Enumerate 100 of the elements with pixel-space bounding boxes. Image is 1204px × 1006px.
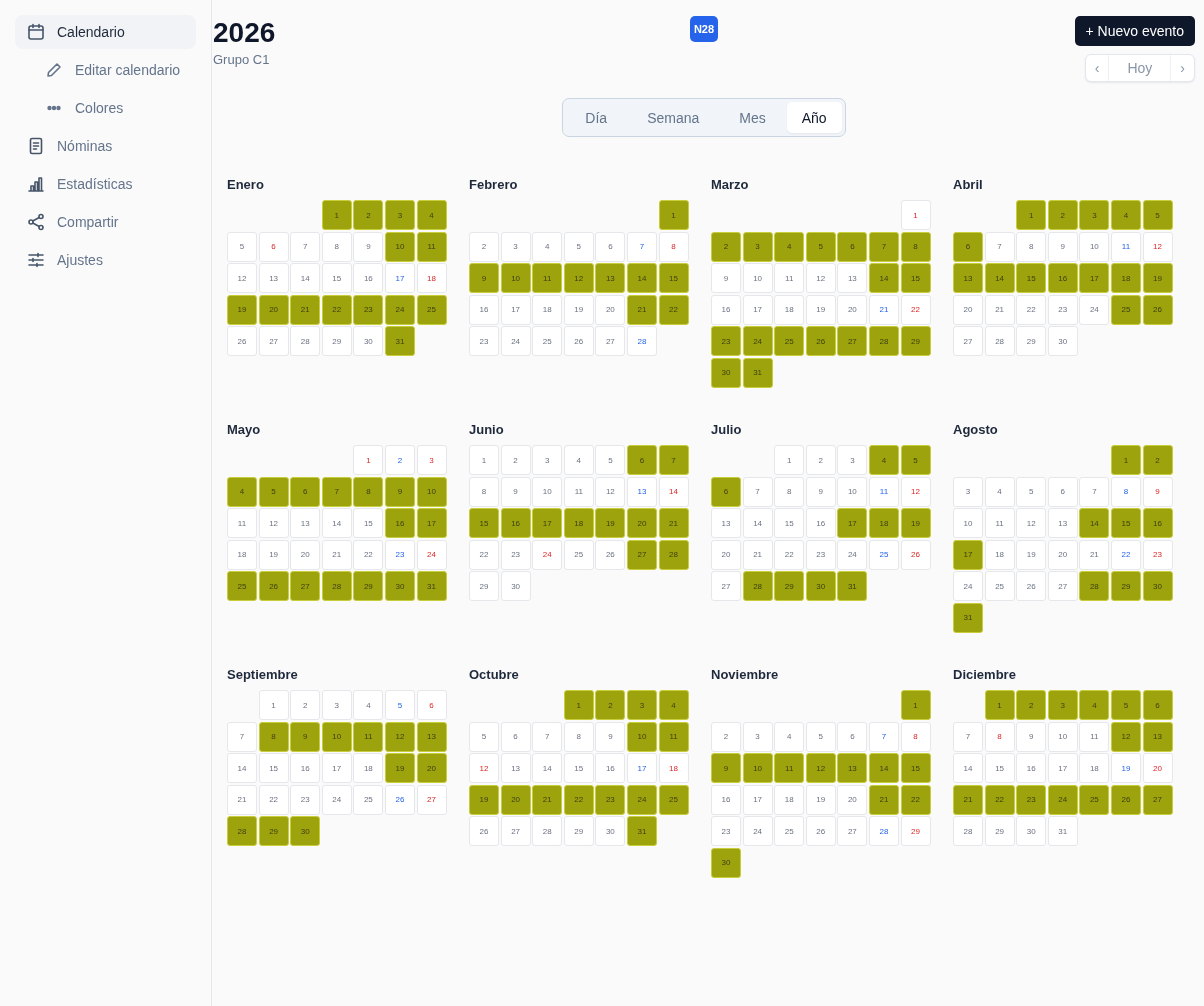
- day-cell[interactable]: 9: [500, 476, 531, 507]
- day-cell[interactable]: 1: [321, 200, 352, 230]
- day-cell[interactable]: 23: [1047, 294, 1078, 325]
- day-cell[interactable]: 30: [384, 571, 415, 602]
- day-cell[interactable]: 13: [953, 263, 983, 294]
- day-cell[interactable]: 16: [1047, 263, 1078, 294]
- day-cell[interactable]: 19: [384, 753, 415, 784]
- day-cell[interactable]: 14: [321, 508, 352, 539]
- view-tab[interactable]: Mes: [720, 102, 785, 133]
- day-cell[interactable]: 6: [258, 231, 289, 262]
- day-cell[interactable]: 22: [469, 539, 499, 570]
- day-cell[interactable]: 6: [837, 231, 868, 262]
- day-cell[interactable]: 10: [500, 263, 531, 294]
- day-cell[interactable]: 15: [984, 753, 1015, 784]
- day-cell[interactable]: 26: [258, 571, 289, 602]
- day-cell[interactable]: 14: [868, 263, 899, 294]
- day-cell[interactable]: 14: [290, 263, 321, 294]
- day-cell[interactable]: 6: [1047, 476, 1078, 507]
- day-cell[interactable]: 10: [416, 476, 447, 507]
- day-cell[interactable]: 12: [469, 753, 499, 784]
- day-cell[interactable]: 11: [416, 231, 447, 262]
- day-cell[interactable]: 12: [1110, 721, 1141, 752]
- day-cell[interactable]: 16: [384, 508, 415, 539]
- day-cell[interactable]: 22: [984, 784, 1015, 815]
- day-cell[interactable]: 26: [563, 326, 594, 357]
- day-cell[interactable]: 15: [469, 508, 499, 539]
- day-cell[interactable]: 1: [774, 445, 805, 475]
- view-tab[interactable]: Semana: [628, 102, 719, 133]
- day-cell[interactable]: 20: [416, 753, 447, 784]
- day-cell[interactable]: 11: [868, 476, 899, 507]
- day-cell[interactable]: 24: [500, 326, 531, 357]
- day-cell[interactable]: 28: [868, 326, 899, 357]
- day-cell[interactable]: 22: [658, 294, 689, 325]
- day-cell[interactable]: 5: [805, 231, 836, 262]
- day-cell[interactable]: 31: [953, 602, 983, 633]
- day-cell[interactable]: 29: [353, 571, 384, 602]
- day-cell[interactable]: 14: [626, 263, 657, 294]
- day-cell[interactable]: 23: [805, 539, 836, 570]
- day-cell[interactable]: 6: [416, 690, 447, 720]
- day-cell[interactable]: 10: [953, 508, 983, 539]
- sidebar-subitem[interactable]: Colores: [15, 91, 196, 125]
- day-cell[interactable]: 25: [1079, 784, 1110, 815]
- day-cell[interactable]: 21: [1079, 539, 1110, 570]
- day-cell[interactable]: 13: [500, 753, 531, 784]
- day-cell[interactable]: 27: [626, 539, 657, 570]
- day-cell[interactable]: 20: [837, 294, 868, 325]
- day-cell[interactable]: 8: [1110, 476, 1141, 507]
- day-cell[interactable]: 28: [1079, 571, 1110, 602]
- day-cell[interactable]: 26: [805, 816, 836, 847]
- day-cell[interactable]: 5: [805, 721, 836, 752]
- day-cell[interactable]: 27: [1047, 571, 1078, 602]
- day-cell[interactable]: 28: [321, 571, 352, 602]
- day-cell[interactable]: 6: [837, 721, 868, 752]
- day-cell[interactable]: 4: [353, 690, 384, 720]
- day-cell[interactable]: 12: [805, 753, 836, 784]
- day-cell[interactable]: 31: [1047, 816, 1078, 847]
- day-cell[interactable]: 19: [563, 294, 594, 325]
- day-cell[interactable]: 14: [227, 753, 257, 784]
- day-cell[interactable]: 18: [532, 294, 563, 325]
- day-cell[interactable]: 11: [774, 263, 805, 294]
- day-cell[interactable]: 10: [1079, 231, 1110, 262]
- day-cell[interactable]: 5: [1016, 476, 1047, 507]
- day-cell[interactable]: 24: [742, 326, 773, 357]
- day-cell[interactable]: 31: [837, 571, 868, 602]
- day-cell[interactable]: 3: [626, 690, 657, 720]
- day-cell[interactable]: 20: [953, 294, 983, 325]
- day-cell[interactable]: 15: [258, 753, 289, 784]
- day-cell[interactable]: 7: [984, 231, 1015, 262]
- day-cell[interactable]: 27: [953, 326, 983, 357]
- day-cell[interactable]: 4: [227, 476, 257, 507]
- day-cell[interactable]: 30: [805, 571, 836, 602]
- day-cell[interactable]: 2: [353, 200, 384, 230]
- day-cell[interactable]: 17: [532, 508, 563, 539]
- day-cell[interactable]: 15: [900, 753, 931, 784]
- day-cell[interactable]: 23: [469, 326, 499, 357]
- day-cell[interactable]: 19: [595, 508, 626, 539]
- day-cell[interactable]: 8: [321, 231, 352, 262]
- day-cell[interactable]: 13: [1142, 721, 1173, 752]
- day-cell[interactable]: 19: [1142, 263, 1173, 294]
- day-cell[interactable]: 24: [384, 294, 415, 325]
- day-cell[interactable]: 19: [1110, 753, 1141, 784]
- day-cell[interactable]: 17: [626, 753, 657, 784]
- day-cell[interactable]: 19: [900, 508, 931, 539]
- day-cell[interactable]: 16: [805, 508, 836, 539]
- day-cell[interactable]: 15: [658, 263, 689, 294]
- day-cell[interactable]: 26: [1110, 784, 1141, 815]
- day-cell[interactable]: 3: [416, 445, 447, 475]
- day-cell[interactable]: 12: [900, 476, 931, 507]
- day-cell[interactable]: 10: [384, 231, 415, 262]
- day-cell[interactable]: 31: [384, 326, 415, 357]
- day-cell[interactable]: 23: [595, 784, 626, 815]
- day-cell[interactable]: 10: [742, 753, 773, 784]
- new-event-button[interactable]: + Nuevo evento: [1074, 16, 1195, 46]
- day-cell[interactable]: 25: [532, 326, 563, 357]
- day-cell[interactable]: 28: [658, 539, 689, 570]
- day-cell[interactable]: 13: [837, 263, 868, 294]
- day-cell[interactable]: 25: [774, 816, 805, 847]
- day-cell[interactable]: 16: [1142, 508, 1173, 539]
- day-cell[interactable]: 29: [1110, 571, 1141, 602]
- day-cell[interactable]: 12: [258, 508, 289, 539]
